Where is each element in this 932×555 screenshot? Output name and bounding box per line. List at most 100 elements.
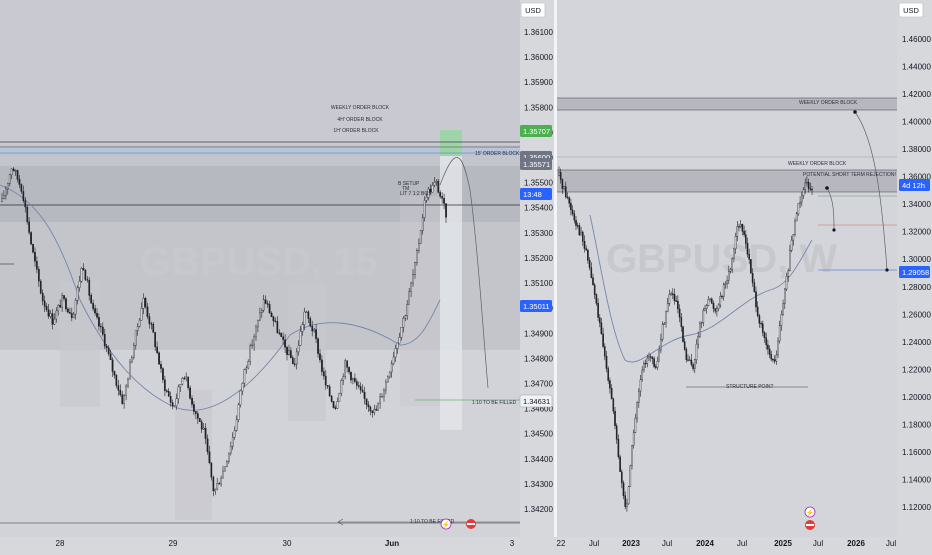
left-candle-body [72, 313, 75, 319]
right-candle-body [714, 308, 716, 312]
left-candle-body [284, 339, 286, 348]
right-candle-body [802, 189, 805, 196]
right-candle-body [568, 197, 570, 204]
left-candle-body [321, 359, 323, 372]
right-projection-start-marker-2 [825, 186, 829, 190]
left-chart-panel[interactable]: GBPUSD, 15 WEEKLY ORDER BLOCK 4H' ORDER … [0, 0, 520, 537]
right-candle-body [801, 195, 803, 203]
left-candle-body [204, 427, 207, 439]
left-candle-body [350, 371, 352, 381]
right-candle-body [648, 356, 650, 359]
right-candle-body [644, 363, 647, 365]
left-candle-body [443, 198, 445, 204]
left-upper-zone [0, 0, 520, 145]
panel-divider[interactable] [554, 0, 557, 550]
right-y-tick-13: 1.20000 [902, 393, 931, 402]
left-y-tick-10: 1.35100 [524, 279, 553, 288]
right-candle-body [656, 361, 659, 368]
left-candle-body [212, 476, 215, 492]
right-candle-body [778, 325, 781, 342]
right-candle-body [615, 425, 618, 440]
right-candle-body [738, 226, 740, 228]
left-candle-body [377, 402, 379, 411]
left-candle-body [369, 406, 372, 412]
left-candle-body [76, 287, 79, 301]
left-candle-body [86, 279, 89, 281]
right-candle-body [712, 303, 715, 309]
left-candle-body [119, 390, 122, 395]
left-candle-body [68, 312, 71, 314]
right-candle-body [797, 203, 800, 214]
left-candle-body [84, 269, 87, 280]
right-candle-body [746, 243, 749, 255]
left-candle-body [206, 438, 209, 452]
right-chart-panel[interactable]: GBPUSD, W WEEKLY ORDER BLOCK WEEKLY ORDE… [557, 0, 897, 537]
right-candle-body [690, 359, 693, 365]
right-candle-body [646, 357, 649, 364]
right-candle-body [583, 240, 586, 249]
right-us-flag-stripe-icon [806, 524, 814, 526]
right-candle-body [605, 355, 608, 369]
right-candle-body [772, 358, 774, 361]
right-candle-body [626, 503, 628, 508]
right-candle-body [799, 201, 801, 204]
right-candle-body [695, 343, 698, 360]
left-candle-body [319, 353, 321, 361]
left-candle-body [152, 323, 155, 333]
right-candle-body [593, 284, 596, 295]
right-y-tick-4: 1.38000 [902, 145, 931, 154]
right-y-tick-16: 1.14000 [902, 476, 931, 485]
left-candle-body [257, 319, 259, 328]
left-candle-body [173, 405, 176, 407]
left-candle-body [342, 376, 345, 381]
chart-layout: GBPUSD, 15 WEEKLY ORDER BLOCK 4H' ORDER … [0, 0, 932, 550]
left-candle-body [359, 386, 362, 391]
left-candle-body [107, 347, 110, 354]
left-candle-body [332, 401, 335, 408]
left-candle-body [290, 350, 292, 359]
left-candle-body [264, 299, 267, 304]
right-candle-body [668, 294, 671, 304]
left-candle-body [171, 402, 174, 407]
left-candle-body [90, 295, 92, 304]
left-target-label: 1:10 TO BE FILLED [472, 400, 517, 406]
right-candle-body [609, 380, 611, 389]
left-candle-body [270, 312, 273, 318]
left-candle-body [305, 311, 308, 313]
right-candle-body [627, 486, 630, 504]
left-y-tick-6: 1.35500 [524, 179, 553, 188]
left-price-axis[interactable]: USD 1.361001.360001.359001.358001.357001… [519, 0, 554, 537]
left-candle-body [82, 268, 85, 271]
right-candle-body [705, 305, 708, 309]
left-candle-body [387, 376, 389, 383]
left-candle-body [297, 345, 300, 353]
left-candle-body [26, 206, 29, 223]
right-y-tick-0: 1.46000 [902, 35, 931, 44]
left-candle-body [98, 317, 100, 327]
left-candle-body [425, 197, 428, 201]
left-candle-body [132, 345, 135, 358]
left-candle-body [385, 381, 387, 391]
left-candle-body [20, 184, 23, 192]
right-price-axis[interactable]: USD 1.46000 1.44000 1.42000 1.40000 1.38000 1… [897, 0, 932, 537]
left-candle-body [111, 359, 114, 372]
left-candle-body [437, 180, 440, 193]
left-candle-body [99, 325, 102, 328]
left-candle-body [156, 346, 158, 353]
left-candle-body [365, 398, 368, 405]
left-candle-body [295, 351, 298, 365]
left-x-tick-2: 30 [283, 539, 292, 548]
right-x-tick-7: Jul [813, 539, 823, 548]
left-candle-body [55, 310, 58, 320]
left-candle-body [140, 308, 143, 321]
left-candle-body [45, 306, 48, 310]
left-candle-body [388, 371, 391, 378]
right-y-tick-10: 1.26000 [902, 310, 931, 319]
left-y-tick-8: 1.35300 [524, 229, 553, 238]
right-candle-body [680, 317, 683, 327]
left-candle-body [36, 261, 38, 270]
left-candle-body [24, 200, 27, 208]
right-candle-body [622, 482, 625, 497]
left-candle-body [150, 323, 153, 325]
right-candle-body [678, 308, 681, 318]
